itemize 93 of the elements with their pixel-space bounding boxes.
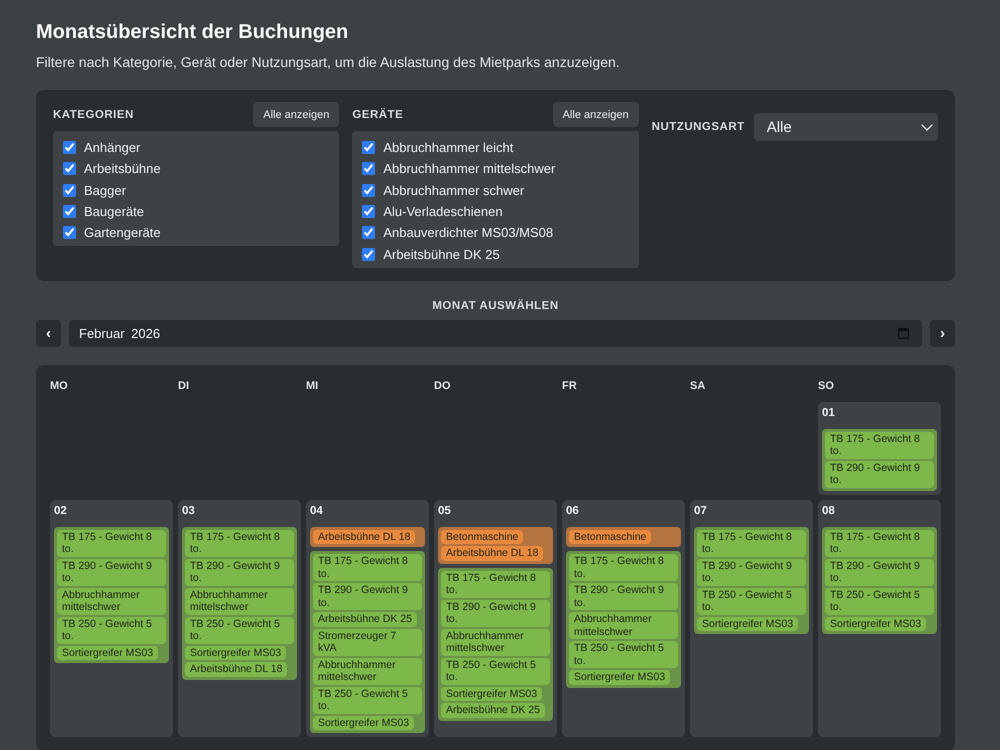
checkbox-label[interactable]: Bagger xyxy=(84,182,126,198)
show-all-button[interactable]: Alle anzeigen xyxy=(253,102,340,127)
booking-entry[interactable]: Arbeitsbühne DL 18 xyxy=(441,546,544,561)
booking-entry[interactable]: Sortiergreifer MS03 xyxy=(697,616,798,632)
checkbox[interactable] xyxy=(63,184,76,197)
page-title: Monatsübersicht der Buchungen xyxy=(36,20,350,44)
booking-entry[interactable]: TB 175 - Gewicht 8 to. xyxy=(569,554,678,582)
booking-entry[interactable]: Arbeitsbühne DL 18 xyxy=(313,530,416,544)
booking-entry[interactable]: Arbeitsbühne DK 25 xyxy=(313,612,417,627)
weekday-label: DO xyxy=(434,378,452,393)
booking-entry[interactable]: TB 175 - Gewicht 8 to. xyxy=(313,554,422,582)
booking-entry[interactable]: Sortiergreifer MS03 xyxy=(825,616,926,632)
booking-entry[interactable]: TB 250 - Gewicht 5 to. xyxy=(57,616,166,644)
booking-entry[interactable]: Sortiergreifer MS03 xyxy=(57,646,158,660)
booking-entry[interactable]: Abbruchhammer mittelschwer xyxy=(569,612,678,640)
day-number: 08 xyxy=(822,504,835,518)
checkbox-label[interactable]: Arbeitsbühne xyxy=(84,161,161,176)
checkbox-label[interactable]: Abbruchhammer leicht xyxy=(383,140,514,156)
day-number: 03 xyxy=(182,504,195,518)
booking-entry[interactable]: TB 175 - Gewicht 8 to. xyxy=(825,530,934,557)
day-number: 07 xyxy=(694,504,707,518)
checkbox-label[interactable]: Baugeräte xyxy=(84,204,144,220)
booking-entry[interactable]: Sortiergreifer MS03 xyxy=(569,670,670,685)
booking-entry[interactable]: TB 290 - Gewicht 9 to. xyxy=(441,600,550,627)
booking-entry[interactable]: TB 250 - Gewicht 5 to. xyxy=(825,588,934,615)
day-number: 02 xyxy=(54,504,67,518)
booking-entry[interactable]: TB 290 - Gewicht 9 to. xyxy=(825,558,934,586)
booking-entry[interactable]: TB 250 - Gewicht 5 to. xyxy=(185,616,294,644)
weekday-label: DI xyxy=(178,378,190,393)
usage-select[interactable]: Alle xyxy=(754,113,938,141)
checkbox-label[interactable]: Anbauverdichter MS03/MS08 xyxy=(383,225,554,240)
checkbox[interactable] xyxy=(362,226,376,240)
day-number: 05 xyxy=(438,504,451,518)
weekday-label: FR xyxy=(562,378,578,393)
day-number: 01 xyxy=(822,406,835,420)
booking-entry[interactable]: TB 290 - Gewicht 9 to. xyxy=(57,558,166,586)
booking-entry[interactable]: Sortiergreifer MS03 xyxy=(441,686,542,702)
weekday-label: MI xyxy=(306,378,320,393)
checkbox[interactable] xyxy=(63,141,76,154)
booking-entry[interactable]: TB 175 - Gewicht 8 to. xyxy=(697,530,806,557)
booking-entry[interactable]: TB 250 - Gewicht 5 to. xyxy=(313,686,422,714)
checkbox[interactable] xyxy=(362,248,376,261)
booking-entry[interactable]: Abbruchhammer mittelschwer xyxy=(441,628,550,656)
booking-entry[interactable]: Sortiergreifer MS03 xyxy=(313,716,414,730)
booking-entry[interactable]: TB 290 - Gewicht 9 to. xyxy=(313,583,422,610)
booking-entry[interactable]: Stromerzeuger 7 kVA xyxy=(313,628,422,656)
checkbox[interactable] xyxy=(63,205,76,218)
next-month-button[interactable]: › xyxy=(930,320,955,347)
booking-entry[interactable]: Sortiergreifer MS03 xyxy=(185,646,286,660)
checkbox[interactable] xyxy=(362,184,376,197)
checkbox[interactable] xyxy=(63,226,76,240)
section-label: MONAT AUSWÄHLEN xyxy=(431,298,560,313)
booking-entry[interactable]: TB 175 - Gewicht 8 to. xyxy=(57,530,166,557)
section-label: NUTZUNGSART xyxy=(652,121,745,133)
booking-entry[interactable]: TB 250 - Gewicht 5 to. xyxy=(569,641,678,668)
checkbox-label[interactable]: Arbeitsbühne DK 25 xyxy=(383,246,500,262)
section-label: KATEGORIEN xyxy=(53,108,134,120)
checkbox-label[interactable]: Alu-Verladeschienen xyxy=(383,204,503,220)
booking-entry[interactable]: Arbeitsbühne DK 25 xyxy=(441,703,545,718)
booking-entry[interactable]: Abbruchhammer mittelschwer xyxy=(57,588,166,615)
booking-entry[interactable]: TB 175 - Gewicht 8 to. xyxy=(185,530,294,557)
booking-entry[interactable]: Abbruchhammer mittelschwer xyxy=(313,658,422,685)
weekday-label: SA xyxy=(690,378,706,393)
previous-month-button[interactable]: ‹ xyxy=(36,320,61,347)
day-number: 06 xyxy=(566,504,579,518)
checkbox-label[interactable]: Gartengeräte xyxy=(84,225,161,240)
show-all-button[interactable]: Alle anzeigen xyxy=(552,102,639,127)
booking-entry[interactable]: Arbeitsbühne DL 18 xyxy=(185,662,288,677)
chevron-down-icon xyxy=(921,124,933,130)
month-field[interactable]: Februar 2026 xyxy=(69,320,922,347)
checkbox-label[interactable]: Abbruchhammer mittelschwer xyxy=(383,161,556,176)
weekday-label: MO xyxy=(50,378,69,393)
booking-entry[interactable]: TB 290 - Gewicht 9 to. xyxy=(825,460,934,488)
checkbox-label[interactable]: Anhänger xyxy=(84,140,140,156)
booking-entry[interactable]: Betonmaschine xyxy=(569,530,652,544)
checkbox[interactable] xyxy=(362,162,376,176)
booking-entry[interactable]: TB 290 - Gewicht 9 to. xyxy=(569,583,678,610)
section-label: GERÄTE xyxy=(352,108,404,120)
booking-entry[interactable]: TB 175 - Gewicht 8 to. xyxy=(441,570,550,598)
page-subtitle: Filtere nach Kategorie, Gerät oder Nutzungsart, um die Auslastung des Mietparks anzuzeigen. xyxy=(36,53,621,71)
day-number: 04 xyxy=(310,504,323,518)
booking-entry[interactable]: TB 250 - Gewicht 5 to. xyxy=(441,658,550,685)
booking-entry[interactable]: Abbruchhammer mittelschwer xyxy=(185,588,294,615)
weekday-label: SO xyxy=(818,378,835,393)
booking-entry[interactable]: TB 175 - Gewicht 8 to. xyxy=(825,432,934,459)
checkbox[interactable] xyxy=(63,162,76,176)
checkbox-label[interactable]: Abbruchhammer schwer xyxy=(383,182,524,198)
checkbox[interactable] xyxy=(362,141,376,154)
booking-entry[interactable]: TB 290 - Gewicht 9 to. xyxy=(185,558,294,586)
booking-entry[interactable]: TB 250 - Gewicht 5 to. xyxy=(697,588,806,615)
booking-entry[interactable]: TB 290 - Gewicht 9 to. xyxy=(697,558,806,586)
booking-entry[interactable]: Betonmaschine xyxy=(441,530,524,544)
checkbox[interactable] xyxy=(362,205,376,218)
